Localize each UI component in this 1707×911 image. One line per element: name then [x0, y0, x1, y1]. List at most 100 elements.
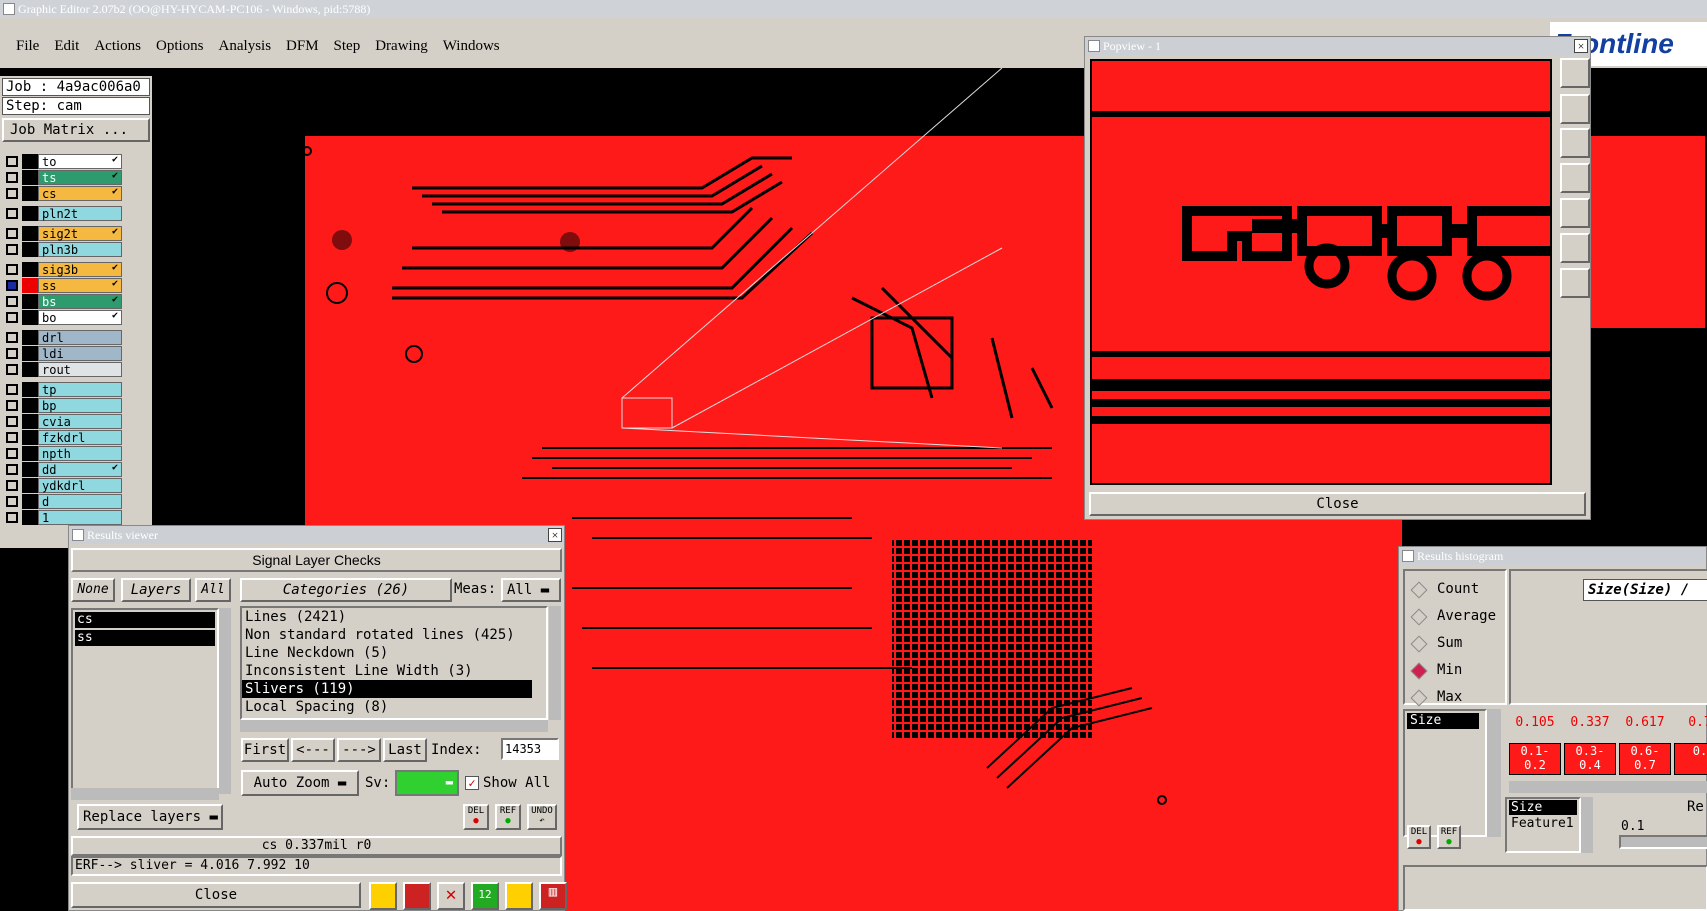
layer-list-scrollbar[interactable] — [219, 608, 231, 794]
del-button[interactable]: DEL ● — [1407, 825, 1431, 849]
layer-name[interactable]: ss — [38, 278, 122, 293]
layer-checkbox[interactable] — [6, 416, 18, 427]
category-list-hscroll[interactable] — [240, 720, 548, 732]
feature-list-item[interactable]: Size — [1509, 800, 1577, 815]
categories-button[interactable]: Categories (26) — [240, 578, 452, 602]
filter-icon[interactable] — [369, 882, 397, 910]
undo-button[interactable]: UNDO ↶ — [527, 804, 557, 830]
layer-name[interactable]: 1 — [38, 510, 122, 525]
layer-name[interactable]: pln2t — [38, 206, 122, 221]
layer-row-pln2t[interactable]: pln2t — [4, 206, 122, 221]
layer-name[interactable]: bp — [38, 398, 122, 413]
category-item[interactable]: Line Neckdown (5) — [242, 644, 546, 662]
layer-name[interactable]: sig2t — [38, 226, 122, 241]
layer-row-bo[interactable]: bo ✔ — [4, 310, 122, 325]
last-button[interactable]: Last — [383, 738, 427, 762]
layer-list-hscroll[interactable] — [71, 788, 219, 800]
menu-analysis[interactable]: Analysis — [219, 38, 272, 55]
histogram-icon[interactable]: ▥ — [539, 882, 567, 910]
menu-options[interactable]: Options — [156, 38, 204, 55]
layer-row-dd[interactable]: dd ✔ — [4, 462, 122, 477]
radio-count[interactable]: Count — [1410, 581, 1503, 599]
category-item[interactable]: Lines (2421) — [242, 608, 546, 626]
layer-row-rout[interactable]: rout — [4, 362, 122, 377]
layer-name[interactable]: ydkdrl — [38, 478, 122, 493]
meas-dropdown[interactable]: All ▬ — [501, 578, 561, 602]
layer-row-tp[interactable]: tp — [4, 382, 122, 397]
menu-dfm[interactable]: DFM — [286, 38, 319, 55]
pan-left-icon[interactable] — [1560, 163, 1590, 193]
layer-name[interactable]: sig3b — [38, 262, 122, 277]
layer-row-to[interactable]: to ✔ — [4, 154, 122, 169]
zoom-fit-icon[interactable] — [1560, 58, 1590, 88]
zoom-out-icon[interactable] — [1560, 128, 1590, 158]
histogram-bar[interactable]: 0.6- 0.7 — [1619, 743, 1671, 775]
category-item[interactable]: Inconsistent Line Width (3) — [242, 662, 546, 680]
layer-checkbox[interactable] — [6, 432, 18, 443]
layer-row-cvia[interactable]: cvia — [4, 414, 122, 429]
layer-row-pln3b[interactable]: pln3b — [4, 242, 122, 257]
layer-row-drl[interactable]: drl — [4, 330, 122, 345]
replace-layers-dropdown[interactable]: Replace layers ▬ — [77, 804, 223, 830]
layer-checkbox[interactable] — [6, 156, 18, 167]
menu-drawing[interactable]: Drawing — [375, 38, 428, 55]
layer-name[interactable]: rout — [38, 362, 122, 377]
layer-row-ts[interactable]: ts ✔ — [4, 170, 122, 185]
pan-right-icon[interactable] — [1560, 198, 1590, 228]
ref-button[interactable]: REF ● — [495, 804, 521, 830]
layers-button[interactable]: Layers — [121, 578, 191, 602]
category-item[interactable]: Slivers (119) — [242, 680, 532, 698]
menu-actions[interactable]: Actions — [94, 38, 141, 55]
menu-file[interactable]: File — [16, 38, 39, 55]
menu-windows[interactable]: Windows — [443, 38, 500, 55]
layer-checkbox[interactable] — [6, 296, 18, 307]
layer-checkbox[interactable] — [6, 332, 18, 343]
layer-row-ss[interactable]: ss ✔ — [4, 278, 122, 293]
feature-list[interactable]: Size Feature1 — [1505, 797, 1581, 853]
category-item[interactable]: Non standard rotated lines (425) — [242, 626, 546, 644]
layer-checkbox[interactable] — [6, 464, 18, 475]
none-button[interactable]: None — [71, 578, 115, 602]
histogram-bar[interactable]: 0. — [1674, 743, 1707, 775]
layer-checkbox[interactable] — [6, 280, 18, 291]
layer-row-ydkdrl[interactable]: ydkdrl — [4, 478, 122, 493]
popview-close-button[interactable]: Close — [1089, 492, 1586, 516]
layer-name[interactable]: ldi — [38, 346, 122, 361]
layer-checkbox[interactable] — [6, 228, 18, 239]
radio-min[interactable]: Min — [1410, 662, 1503, 680]
auto-zoom-dropdown[interactable]: Auto Zoom ▬ — [241, 770, 359, 796]
feature-list-item[interactable]: Feature1 — [1509, 816, 1577, 831]
layer-row-fzkdrl[interactable]: fzkdrl — [4, 430, 122, 445]
zoom-area-icon[interactable] — [1560, 233, 1590, 263]
popview-canvas[interactable] — [1090, 59, 1552, 485]
layer-checkbox[interactable] — [6, 172, 18, 183]
category-list-scrollbar[interactable] — [549, 606, 561, 720]
size-list-item[interactable]: Size — [1407, 713, 1479, 729]
layer-row-d[interactable]: d — [4, 494, 122, 509]
sort-icon[interactable]: 12 — [471, 882, 499, 910]
layer-checkbox[interactable] — [6, 348, 18, 359]
layer-checkbox[interactable] — [6, 496, 18, 507]
layer-checkbox[interactable] — [6, 512, 18, 523]
histogram-hscroll[interactable] — [1509, 781, 1707, 793]
layer-name[interactable]: npth — [38, 446, 122, 461]
next-button[interactable]: ---> — [337, 738, 381, 762]
size-list-scrollbar[interactable] — [1487, 709, 1501, 837]
layer-name[interactable]: cs — [38, 186, 122, 201]
radio-average[interactable]: Average — [1410, 608, 1503, 626]
layer-checkbox[interactable] — [6, 208, 18, 219]
close-icon[interactable]: × — [548, 528, 562, 542]
list-icon[interactable] — [505, 882, 533, 910]
histogram-bar[interactable]: 0.1- 0.2 — [1509, 743, 1561, 775]
layer-checkbox[interactable] — [6, 264, 18, 275]
layer-row-1[interactable]: 1 — [4, 510, 122, 525]
layer-name[interactable]: drl — [38, 330, 122, 345]
close-icon[interactable]: × — [1574, 39, 1588, 53]
feature-list-scrollbar[interactable] — [1581, 797, 1593, 853]
layer-checkbox[interactable] — [6, 188, 18, 199]
layer-name[interactable]: bs — [38, 294, 122, 309]
layer-checkbox[interactable] — [6, 364, 18, 375]
layer-name[interactable]: dd — [38, 462, 122, 477]
layer-name[interactable]: bo — [38, 310, 122, 325]
layer-row-sig3b[interactable]: sig3b ✔ — [4, 262, 122, 277]
